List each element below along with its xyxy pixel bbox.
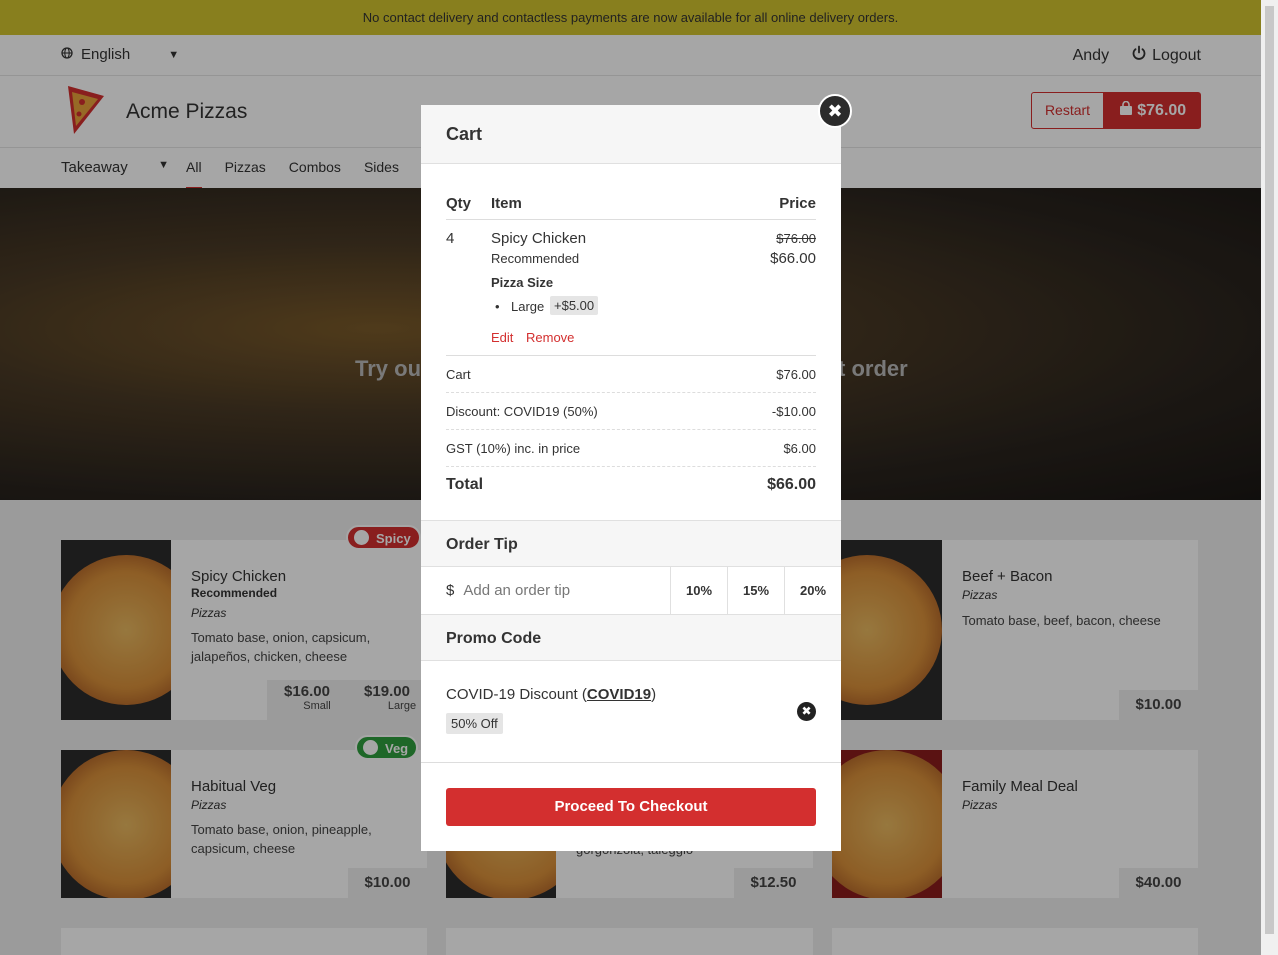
promo-discount-tag: 50% Off xyxy=(446,713,503,734)
order-tip-header: Order Tip xyxy=(421,520,841,567)
promo-code[interactable]: COVID19 xyxy=(587,686,651,703)
dashed-divider xyxy=(446,392,816,393)
price-header: Price xyxy=(779,195,816,212)
tip-10-button[interactable]: 10% xyxy=(671,567,728,614)
order-tip-title: Order Tip xyxy=(446,536,518,553)
promo-name: COVID-19 Discount xyxy=(446,686,578,703)
cart-modal-header: Cart xyxy=(421,105,841,164)
cart-item-name: Spicy Chicken xyxy=(491,230,587,247)
summary-cart-label: Cart xyxy=(446,367,471,382)
cart-modal: Cart Qty Item Price 4 Spicy Chicken Reco… xyxy=(421,105,841,851)
dashed-divider xyxy=(446,466,816,467)
summary-gst-value: $6.00 xyxy=(783,441,816,456)
divider xyxy=(446,355,816,356)
promo-code-header: Promo Code xyxy=(421,614,841,661)
tip-20-button[interactable]: 20% xyxy=(785,567,841,614)
option-group-label: Pizza Size xyxy=(491,275,554,290)
cart-title: Cart xyxy=(446,124,483,144)
qty-header: Qty xyxy=(446,195,472,212)
divider xyxy=(421,762,841,763)
cart-item-price: $66.00 xyxy=(770,250,816,267)
currency-symbol: $ xyxy=(446,582,455,599)
tip-15-button[interactable]: 15% xyxy=(728,567,785,614)
tip-placeholder: Add an order tip xyxy=(463,582,571,599)
edit-link[interactable]: Edit xyxy=(491,330,513,345)
promo-description: COVID-19 Discount (COVID19) xyxy=(446,686,657,703)
page-scrollbar[interactable] xyxy=(1261,0,1278,955)
promo-code-title: Promo Code xyxy=(446,630,542,647)
total-label: Total xyxy=(446,476,484,493)
scrollbar-thumb[interactable] xyxy=(1265,6,1274,934)
remove-promo-icon[interactable]: ✖ xyxy=(797,702,816,721)
option-bullet: • xyxy=(495,299,500,314)
cart-item-old-price: $76.00 xyxy=(776,231,816,246)
summary-discount-value: -$10.00 xyxy=(771,404,816,419)
summary-gst-label: GST (10%) inc. in price xyxy=(446,441,581,456)
option-price-tag: +$5.00 xyxy=(550,296,599,315)
cart-item-qty: 4 xyxy=(446,230,455,247)
proceed-to-checkout-button[interactable]: Proceed To Checkout xyxy=(446,788,816,826)
close-modal-icon[interactable]: ✖ xyxy=(818,94,852,128)
option-label: Large xyxy=(511,299,545,314)
summary-cart-value: $76.00 xyxy=(776,367,816,382)
summary-discount-label: Discount: COVID19 (50%) xyxy=(446,404,598,419)
tip-input[interactable]: $ Add an order tip xyxy=(421,567,671,614)
total-value: $66.00 xyxy=(767,476,816,493)
cart-item-sub: Recommended xyxy=(491,251,580,266)
dashed-divider xyxy=(446,429,816,430)
item-header: Item xyxy=(491,195,522,212)
tip-row: $ Add an order tip 10% 15% 20% xyxy=(421,567,841,614)
remove-link[interactable]: Remove xyxy=(526,330,574,345)
divider xyxy=(446,219,816,220)
